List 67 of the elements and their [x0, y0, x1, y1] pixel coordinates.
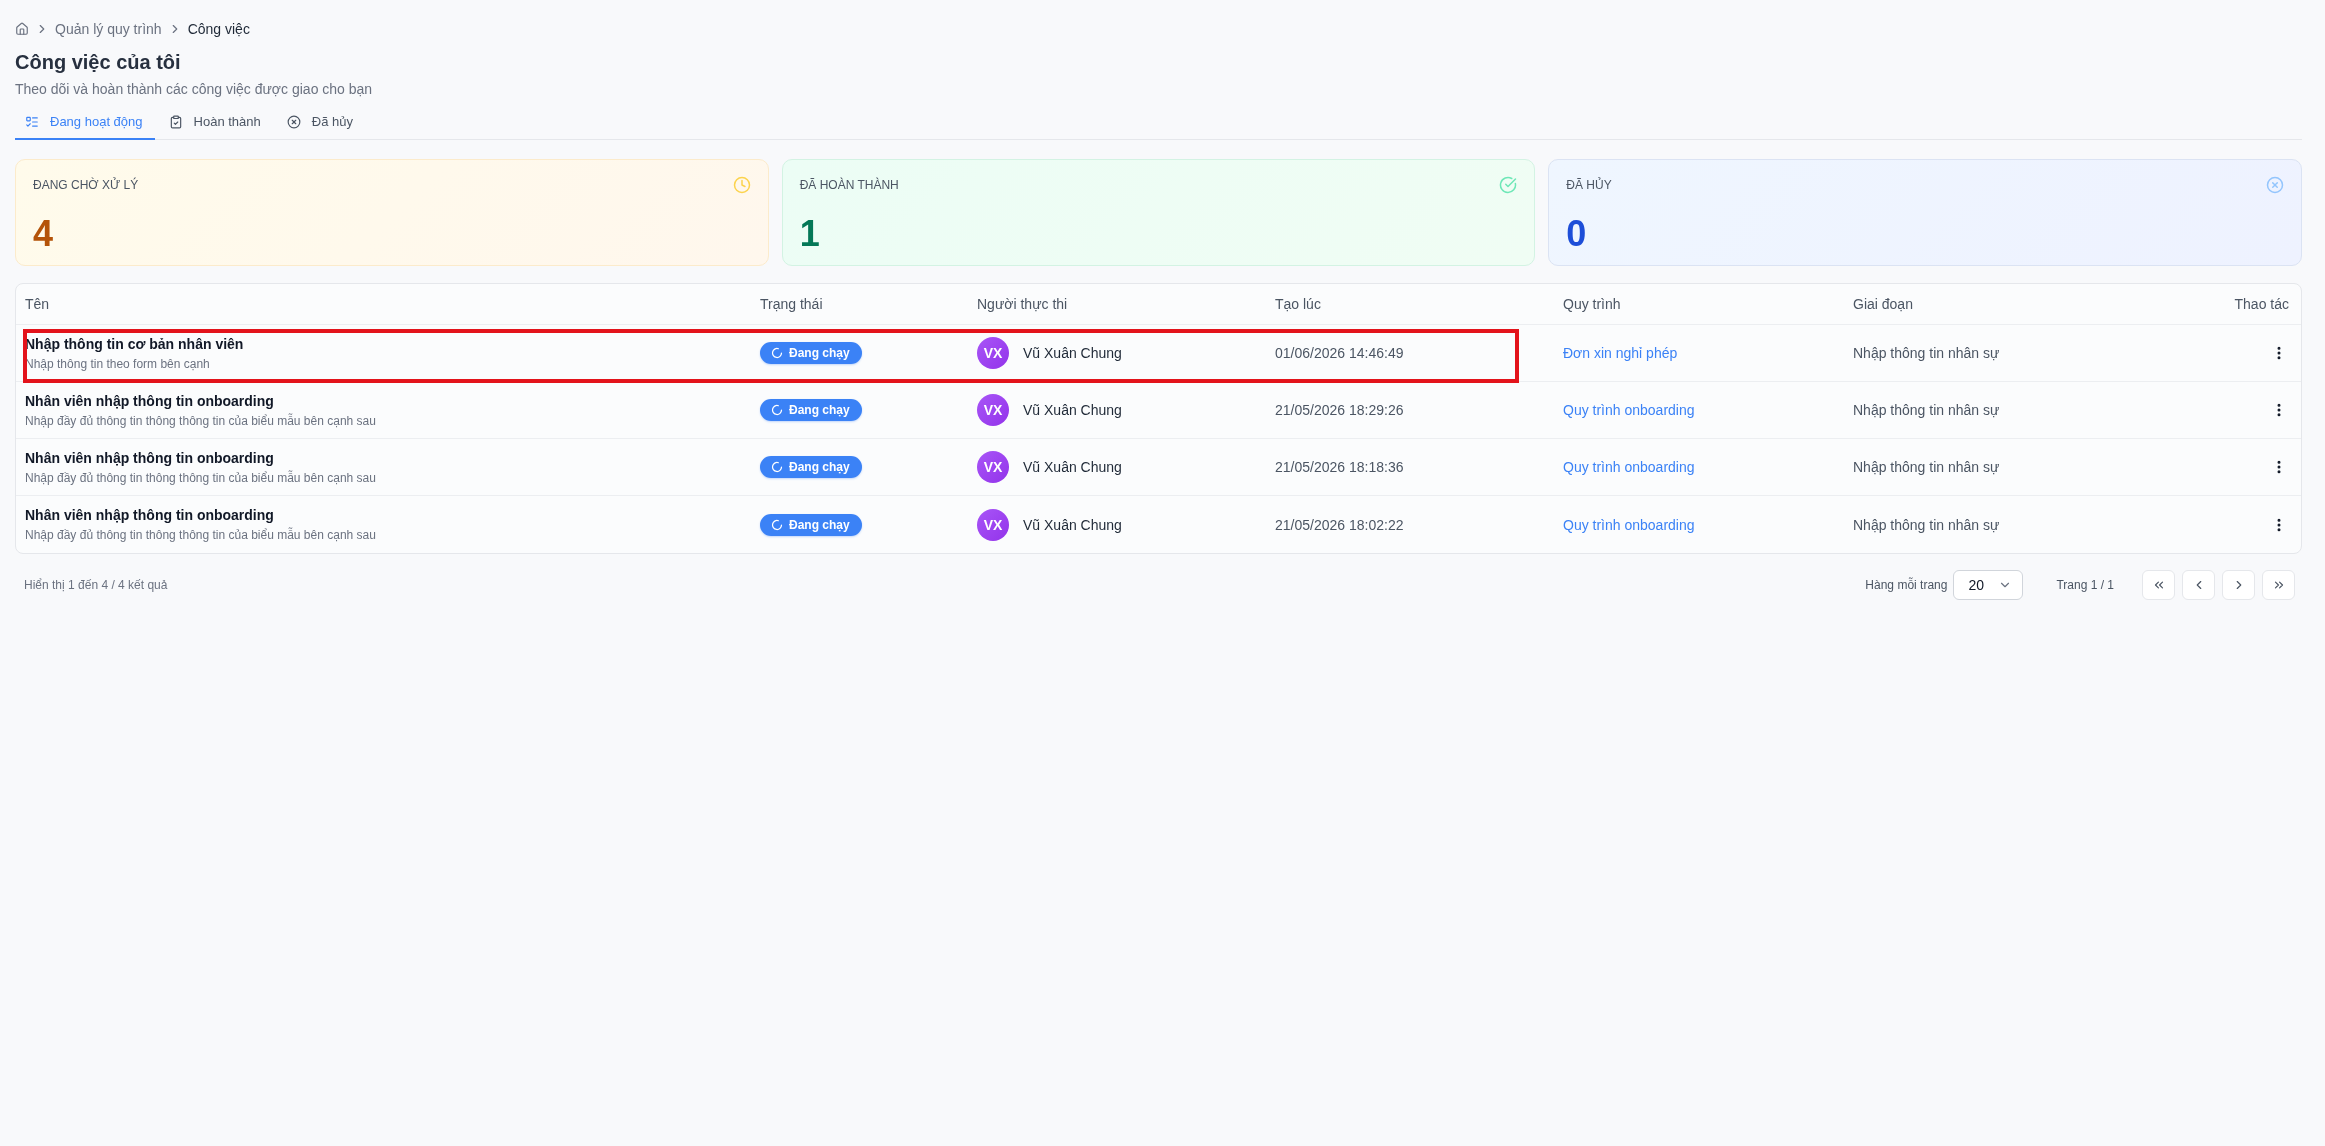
stage-text: Nhập thông tin nhân sự	[1853, 402, 2000, 418]
created-time: 21/05/2026 18:02:22	[1275, 516, 1404, 533]
tab[interactable]: Hoàn thành	[158, 105, 273, 140]
page-title: Công việc của tôi	[15, 50, 182, 75]
assignee-name: Vũ Xuân Chung	[1023, 459, 1122, 475]
status-text: Đang chạy	[789, 403, 850, 417]
assignee-name: Vũ Xuân Chung	[1023, 402, 1122, 418]
column-header: Quy trình	[1562, 296, 1622, 312]
created-time: 01/06/2026 14:46:49	[1275, 345, 1404, 361]
page-info: Trang 1 / 1	[2056, 578, 2114, 592]
stat-label: ĐANG CHỜ XỬ LÝ	[33, 176, 139, 194]
assignee-name: Vũ Xuân Chung	[1023, 345, 1122, 361]
stage-text: Nhập thông tin nhân sự	[1853, 459, 2000, 475]
tab[interactable]: Đang hoạt động	[15, 105, 155, 140]
rows-per-page-select[interactable]: 20	[1953, 570, 2024, 600]
process-link[interactable]: Quy trình onboarding	[1563, 459, 1695, 475]
avatar: VX	[977, 394, 1009, 426]
status-text: Đang chạy	[789, 517, 850, 532]
x-circle-icon	[2266, 176, 2284, 194]
column-header: Người thực thi	[976, 296, 1069, 312]
process-link[interactable]: Quy trình onboarding	[1563, 516, 1695, 533]
created-time: 21/05/2026 18:18:36	[1275, 459, 1404, 475]
stat-label: ĐÃ HOÀN THÀNH	[799, 176, 899, 194]
rows-per-page-label: Hàng mỗi trang	[1865, 578, 1948, 592]
spinner-icon	[771, 461, 783, 473]
clipboard-check-icon	[168, 114, 183, 129]
tab[interactable]: Đã hủy	[276, 105, 365, 140]
column-header: Tên	[24, 296, 51, 312]
stat-value: 0	[1566, 214, 1587, 254]
process-link[interactable]: Quy trình onboarding	[1563, 402, 1695, 418]
stage-text: Nhập thông tin nhân sự	[1853, 516, 2000, 533]
column-header: Tạo lúc	[1274, 296, 1322, 312]
task-description: Nhập đầy đủ thông tin thông thông tin của biểu mẫu bên cạnh sau	[25, 527, 376, 543]
stage-text: Nhập thông tin nhân sự	[1853, 345, 2000, 361]
spinner-icon	[771, 518, 783, 531]
avatar: VX	[977, 451, 1009, 483]
stat-label: ĐÃ HỦY	[1566, 176, 1612, 194]
spinner-icon	[771, 347, 783, 359]
last-page-button[interactable]	[2262, 570, 2295, 600]
breadcrumb-current: Công việc	[187, 21, 250, 37]
check-circle-icon	[1499, 176, 1518, 194]
column-header: Thao tác	[2233, 296, 2290, 312]
avatar: VX	[977, 337, 1009, 369]
page-subtitle: Theo dõi và hoàn thành các công việc được giao cho bạn	[15, 80, 374, 99]
results-summary: Hiển thị 1 đến 4 / 4 kết quả	[24, 578, 168, 592]
process-link[interactable]: Đơn xin nghỉ phép	[1563, 345, 1678, 361]
stat-value: 4	[33, 214, 54, 254]
x-circle-icon	[286, 114, 301, 129]
task-title: Nhân viên nhập thông tin onboarding	[25, 506, 274, 524]
stat-value: 1	[799, 214, 820, 254]
assignee-name: Vũ Xuân Chung	[1023, 516, 1122, 533]
first-page-button[interactable]	[2142, 570, 2175, 600]
home-icon[interactable]	[15, 22, 29, 36]
task-description: Nhập đầy đủ thông tin thông thông tin của biểu mẫu bên cạnh sau	[25, 469, 376, 486]
column-header: Giai đoạn	[1852, 296, 1914, 312]
status-text: Đang chạy	[789, 346, 850, 360]
avatar: VX	[977, 508, 1009, 541]
status-text: Đang chạy	[789, 460, 850, 474]
checklist-icon	[25, 114, 39, 129]
clock-icon	[732, 176, 751, 194]
spinner-icon	[771, 404, 783, 416]
created-time: 21/05/2026 18:29:26	[1275, 402, 1404, 418]
breadcrumb-link[interactable]: Quản lý quy trình	[55, 21, 162, 37]
task-title: Nhân viên nhập thông tin onboarding	[25, 391, 274, 410]
column-header: Trạng thái	[759, 296, 824, 312]
task-title: Nhân viên nhập thông tin onboarding	[25, 448, 274, 467]
task-description: Nhập đầy đủ thông tin thông thông tin của biểu mẫu bên cạnh sau	[25, 412, 376, 429]
